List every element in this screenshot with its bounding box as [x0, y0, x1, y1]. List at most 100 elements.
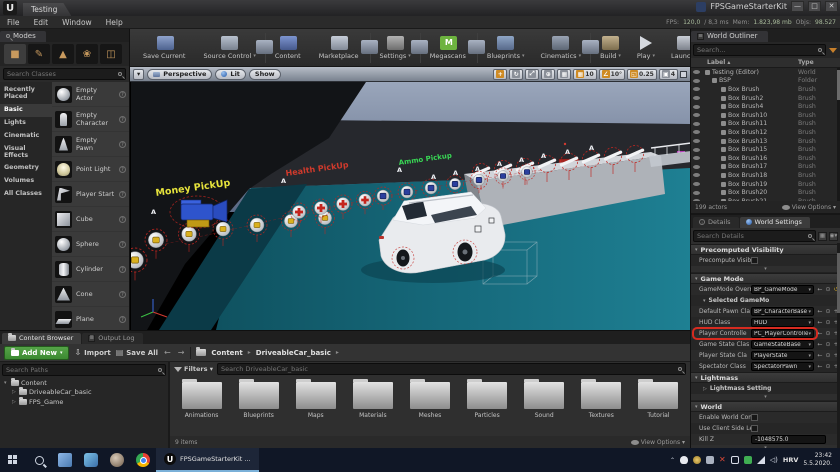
minimize-button[interactable]: — [791, 1, 804, 12]
asset-folder[interactable]: Sound [523, 382, 566, 430]
visibility-eye-icon[interactable] [693, 122, 700, 126]
save-all-button[interactable]: ▤Save All [116, 348, 158, 357]
section-lightmass[interactable]: ▾Lightmass [691, 372, 840, 383]
toolbar-button[interactable]: Blueprints▾ [480, 34, 532, 62]
discord-tray-icon[interactable] [680, 456, 688, 464]
gamemode-override-dropdown[interactable]: BP_GameMode▾ [751, 285, 814, 294]
asset-folder[interactable]: Meshes [408, 382, 451, 430]
tree-folder-row[interactable]: ▷ DriveableCar_basic [2, 388, 166, 398]
landscape-mode-icon[interactable]: ▲ [52, 44, 74, 64]
scale-snap-button[interactable]: ◱0.25 [627, 69, 657, 80]
chrome-app-button[interactable] [130, 448, 156, 472]
details-search[interactable] [693, 230, 816, 242]
menu-help[interactable]: Help [99, 18, 130, 27]
property-matrix-icon[interactable]: ▦ [818, 232, 827, 241]
visibility-eye-icon[interactable] [693, 182, 700, 186]
world-local-toggle[interactable]: ⊕ [541, 69, 555, 80]
menu-window[interactable]: Window [55, 18, 99, 27]
forward-button[interactable]: → [177, 348, 186, 357]
hud-class-dropdown[interactable]: HUD▾ [751, 318, 814, 327]
lit-button[interactable]: Lit [215, 69, 245, 80]
visibility-eye-icon[interactable] [693, 105, 700, 109]
asset-folder[interactable]: Textures [580, 382, 623, 430]
toolbar-button[interactable]: M Megascans [423, 34, 475, 62]
mode-category[interactable]: Recently Placed [0, 84, 52, 104]
close-button[interactable]: ✕ [825, 1, 838, 12]
selected-gamemode-row[interactable]: ▾Selected GameMo [691, 295, 840, 306]
outliner-row[interactable]: Box Brush17 Brush [691, 163, 840, 172]
section-game-mode[interactable]: ▾Game Mode [691, 273, 840, 284]
tray-icon-gray[interactable] [706, 456, 714, 464]
foliage-mode-icon[interactable]: ❀ [76, 44, 98, 64]
filters-button[interactable]: Filters ▾ [174, 365, 213, 373]
translate-tool-button[interactable]: + [493, 69, 507, 80]
spectator-class-dropdown[interactable]: SpectatorPawn▾ [751, 362, 814, 371]
surface-snap-button[interactable]: ▦ [557, 69, 571, 80]
outliner-row[interactable]: Box Brush Brush [691, 85, 840, 94]
camera-speed-button[interactable]: ▣4 [659, 69, 678, 80]
world-composition-checkbox[interactable] [751, 414, 758, 421]
world-settings-tab[interactable]: World Settings [740, 217, 810, 228]
toolbar-button[interactable]: Source Control▾ [196, 34, 262, 62]
visibility-eye-icon[interactable] [693, 165, 700, 169]
outliner-row[interactable]: Box Brush21 Brush [691, 197, 840, 201]
mode-category[interactable]: Basic [0, 104, 52, 117]
start-button[interactable] [0, 448, 26, 472]
network-icon[interactable] [757, 456, 765, 464]
visibility-eye-icon[interactable] [693, 113, 700, 117]
toolbar-button[interactable] [370, 33, 371, 63]
browse-icon[interactable]: ⊙ [824, 286, 832, 293]
section-expander[interactable]: ▾ [691, 266, 840, 273]
outliner-row[interactable]: Box Brush10 Brush [691, 111, 840, 120]
outliner-row[interactable]: Box Brush16 Brush [691, 154, 840, 163]
toolbar-button[interactable]: Play▾ [630, 34, 662, 62]
outliner-search[interactable] [693, 44, 826, 56]
menu-edit[interactable]: Edit [27, 18, 56, 27]
visibility-eye-icon[interactable] [693, 148, 700, 152]
photos-app-button[interactable] [78, 448, 104, 472]
placeable-item[interactable]: Cube ? [52, 207, 129, 232]
display-filter-icon[interactable]: ◉▾ [829, 232, 838, 241]
visibility-eye-icon[interactable] [693, 70, 700, 74]
section-precomputed-visibility[interactable]: ▾Precomputed Visibility [691, 244, 840, 255]
mode-category[interactable]: Geometry [0, 162, 52, 175]
visibility-eye-icon[interactable] [693, 156, 700, 160]
asset-folder[interactable]: Tutorial [637, 382, 680, 430]
outliner-row[interactable]: Box Brush15 Brush [691, 145, 840, 154]
asset-folder[interactable]: Blueprints [237, 382, 280, 430]
placeable-item[interactable]: Sphere ? [52, 232, 129, 257]
modes-search-input[interactable] [7, 70, 115, 78]
assets-search[interactable] [217, 363, 686, 375]
use-selected-icon[interactable]: ← [816, 286, 824, 293]
task-view-button[interactable] [52, 448, 78, 472]
gimp-app-button[interactable] [104, 448, 130, 472]
visibility-eye-icon[interactable] [693, 199, 700, 201]
menu-file[interactable]: File [0, 18, 27, 27]
asset-folder[interactable]: Particles [466, 382, 509, 430]
client-side-checkbox[interactable] [751, 425, 758, 432]
outliner-row[interactable]: Box Brush11 Brush [691, 120, 840, 129]
visibility-eye-icon[interactable] [693, 79, 700, 83]
tray-icon-green[interactable] [744, 456, 752, 464]
toolbar-button[interactable] [477, 33, 478, 63]
grid-snap-button[interactable]: ▦10 [573, 69, 596, 80]
outliner-row[interactable]: Testing (Editor) World [691, 68, 840, 77]
assets-search-input[interactable] [221, 365, 675, 373]
asset-folder[interactable]: Materials [351, 382, 394, 430]
toolbar-button[interactable] [590, 33, 591, 63]
outliner-filter-button[interactable] [828, 45, 838, 55]
placeable-item[interactable]: Point Light ? [52, 157, 129, 182]
outliner-row[interactable]: BSP Folder [691, 77, 840, 86]
geometry-mode-icon[interactable]: ◫ [100, 44, 122, 64]
assets-view-options[interactable]: View Options ▾ [631, 439, 685, 446]
outliner-row[interactable]: Box Brush2 Brush [691, 94, 840, 103]
modes-search[interactable] [3, 68, 126, 80]
tray-icon-gold[interactable] [693, 456, 701, 464]
section-world[interactable]: ▾World [691, 401, 840, 412]
output-log-tab[interactable]: ≣ Output Log [82, 333, 142, 344]
rotate-tool-button[interactable]: ↻ [509, 69, 523, 80]
outliner-view-options[interactable]: View Options ▾ [782, 204, 836, 211]
outliner-row[interactable]: Box Brush4 Brush [691, 102, 840, 111]
section-expander[interactable]: ▾ [691, 394, 840, 401]
toolbar-button[interactable] [265, 33, 266, 63]
